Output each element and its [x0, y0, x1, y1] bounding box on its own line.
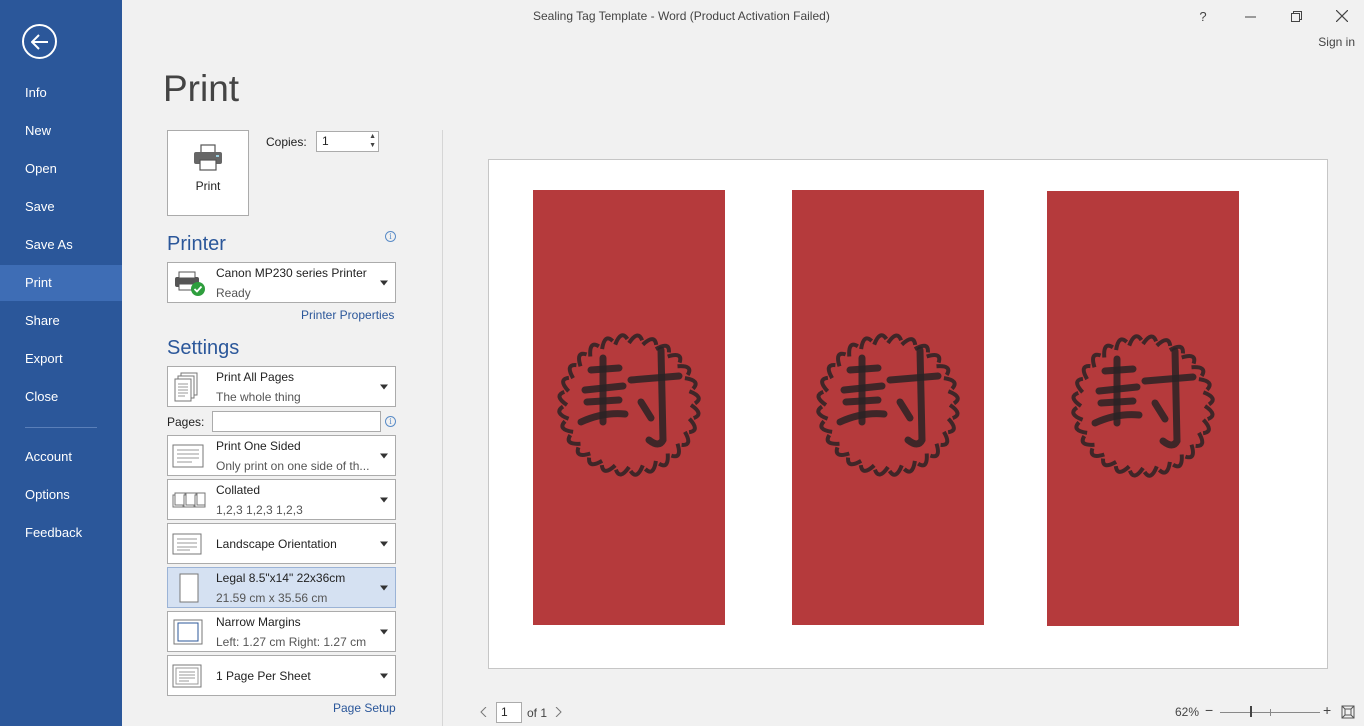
sealing-tag-image [792, 190, 984, 625]
print-range-dropdown[interactable]: Print All Pages The whole thing [167, 366, 396, 407]
seal-emblem-icon [816, 333, 960, 477]
printer-name: Canon MP230 series Printer [216, 266, 367, 280]
collated-icon [172, 492, 206, 507]
margins-title: Narrow Margins [216, 615, 301, 629]
nav-item-new[interactable]: New [0, 113, 122, 149]
sign-in-link[interactable]: Sign in [1318, 35, 1355, 49]
printer-icon [194, 144, 222, 171]
restore-icon [1290, 10, 1302, 22]
zoom-center-tick [1270, 709, 1271, 716]
sides-title: Print One Sided [216, 439, 301, 453]
chevron-down-icon [380, 629, 388, 634]
title-bar: Sealing Tag Template - Word (Product Act… [122, 0, 1364, 32]
copies-value: 1 [322, 134, 329, 148]
nav-item-close[interactable]: Close [0, 379, 122, 415]
print-button[interactable]: Print [167, 130, 249, 216]
zoom-slider-thumb[interactable] [1250, 706, 1252, 717]
pages-label: Pages: [167, 415, 205, 429]
settings-heading: Settings [167, 337, 240, 359]
printer-dropdown[interactable]: Canon MP230 series Printer Ready [167, 262, 396, 303]
chevron-down-icon [380, 453, 388, 458]
collation-title: Collated [216, 483, 261, 497]
zoom-out-button[interactable]: − [1205, 702, 1213, 718]
copies-label: Copies: [266, 135, 307, 149]
nav-item-account[interactable]: Account [0, 439, 122, 475]
print-button-label: Print [195, 179, 221, 193]
print-range-title: Print All Pages [216, 370, 295, 384]
nav-item-save-as[interactable]: Save As [0, 227, 122, 263]
restore-button[interactable] [1285, 6, 1307, 26]
pages-per-sheet-title: 1 Page Per Sheet [216, 668, 311, 683]
sides-subtitle: Only print on one side of th... [216, 459, 370, 473]
margins-dropdown[interactable]: Narrow Margins Left: 1.27 cm Right: 1.27… [167, 611, 396, 652]
nav-divider [25, 427, 97, 428]
minimize-button[interactable] [1239, 6, 1261, 26]
orientation-title: Landscape Orientation [216, 536, 337, 551]
close-icon [1336, 10, 1348, 22]
pages-input[interactable] [212, 411, 381, 432]
pages-per-sheet-dropdown[interactable]: 1 Page Per Sheet [167, 655, 396, 696]
pages-per-sheet-icon [172, 664, 202, 687]
landscape-icon [172, 533, 202, 554]
next-page-icon[interactable] [554, 707, 562, 717]
previous-page-icon[interactable] [480, 707, 488, 717]
one-sided-icon [172, 444, 204, 467]
nav-item-options[interactable]: Options [0, 477, 122, 513]
margins-subtitle: Left: 1.27 cm Right: 1.27 cm [216, 635, 367, 649]
paper-size-subtitle: 21.59 cm x 35.56 cm [216, 591, 328, 605]
chevron-down-icon [380, 673, 388, 678]
back-button[interactable] [22, 24, 57, 59]
paper-size-title: Legal 8.5"x14" 22x36cm [216, 571, 346, 585]
minimize-icon [1244, 16, 1256, 17]
help-button[interactable]: ? [1192, 6, 1214, 26]
zoom-in-button[interactable]: + [1323, 702, 1331, 718]
spin-up-icon[interactable]: ▲ [369, 133, 376, 141]
nav-item-share[interactable]: Share [0, 303, 122, 339]
pages-info-icon[interactable]: i [385, 416, 396, 427]
collation-subtitle: 1,2,3 1,2,3 1,2,3 [216, 503, 303, 517]
paper-size-icon [179, 573, 199, 602]
backstage-nav: Info New Open Save Save As Print Share E… [0, 0, 122, 726]
sealing-tag-image [533, 190, 725, 625]
nav-item-save[interactable]: Save [0, 189, 122, 225]
orientation-dropdown[interactable]: Landscape Orientation [167, 523, 396, 564]
copies-input[interactable]: 1 ▲ ▼ [316, 131, 379, 152]
window-title: Sealing Tag Template - Word (Product Act… [533, 9, 830, 23]
spin-down-icon[interactable]: ▼ [369, 142, 376, 150]
back-arrow-icon [30, 33, 48, 50]
pages-icon [174, 372, 198, 401]
page-title: Print [163, 68, 240, 109]
collation-dropdown[interactable]: Collated 1,2,3 1,2,3 1,2,3 [167, 479, 396, 520]
chevron-down-icon [380, 280, 388, 285]
chevron-down-icon [380, 384, 388, 389]
chevron-down-icon [380, 497, 388, 502]
nav-item-feedback[interactable]: Feedback [0, 515, 122, 551]
sealing-tag-image [1047, 191, 1239, 626]
chevron-down-icon [380, 541, 388, 546]
close-window-button[interactable] [1331, 6, 1353, 26]
info-icon[interactable]: i [385, 231, 396, 242]
chevron-down-icon [380, 585, 388, 590]
seal-emblem-icon [557, 333, 701, 477]
page-count: of 1 [527, 706, 548, 720]
zoom-level[interactable]: 62% [1175, 705, 1199, 719]
margins-icon [173, 619, 203, 644]
print-range-subtitle: The whole thing [216, 390, 301, 404]
pane-divider [442, 130, 443, 726]
zoom-to-page-icon[interactable] [1341, 705, 1355, 719]
printer-ready-icon [175, 271, 205, 296]
print-preview-page [488, 159, 1328, 669]
nav-item-info[interactable]: Info [0, 75, 122, 111]
page-setup-link[interactable]: Page Setup [333, 701, 396, 715]
nav-item-print[interactable]: Print [0, 265, 122, 301]
printer-heading: Printer [167, 233, 226, 255]
nav-item-export[interactable]: Export [0, 341, 122, 377]
nav-item-open[interactable]: Open [0, 151, 122, 187]
seal-emblem-icon [1071, 334, 1215, 478]
printer-properties-link[interactable]: Printer Properties [301, 308, 394, 322]
sides-dropdown[interactable]: Print One Sided Only print on one side o… [167, 435, 396, 476]
printer-status: Ready [216, 286, 251, 300]
page-number-input[interactable]: 1 [496, 702, 522, 723]
paper-size-dropdown[interactable]: Legal 8.5"x14" 22x36cm 21.59 cm x 35.56 … [167, 567, 396, 608]
